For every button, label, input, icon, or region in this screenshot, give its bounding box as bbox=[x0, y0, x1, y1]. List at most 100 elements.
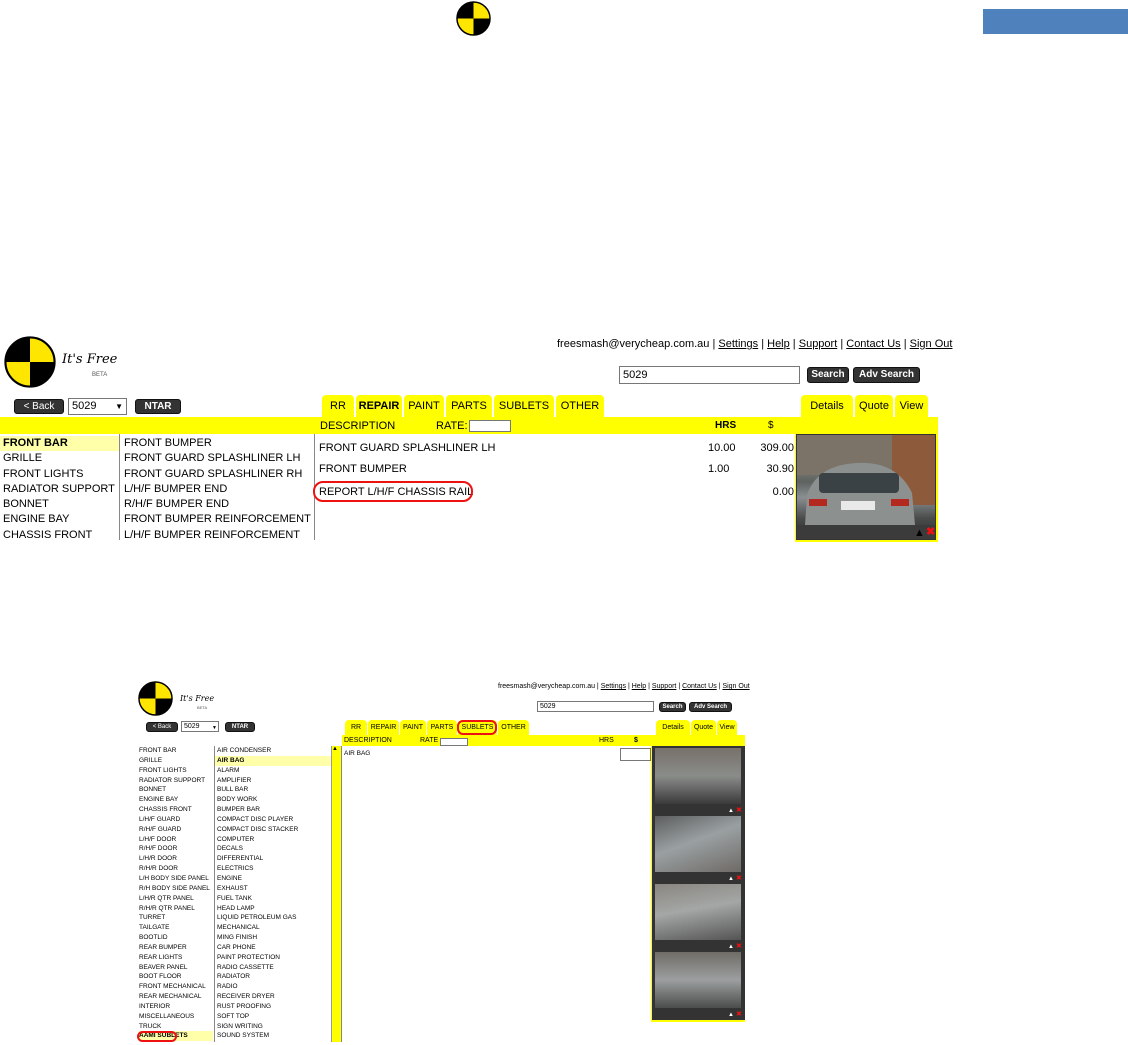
chevron-down-icon[interactable]: ▼ bbox=[115, 402, 123, 411]
list-item[interactable]: PAINT PROTECTION bbox=[217, 953, 331, 963]
adv-search-button[interactable]: Adv Search bbox=[853, 367, 920, 383]
list-item[interactable]: FRONT LIGHTS bbox=[3, 467, 118, 482]
list-item[interactable]: L/H/R QTR PANEL bbox=[139, 894, 213, 904]
settings-link[interactable]: Settings bbox=[718, 338, 758, 350]
tab-repair[interactable]: REPAIR bbox=[368, 720, 399, 735]
help-link[interactable]: Help bbox=[767, 338, 790, 350]
list-item[interactable]: L/H/F DOOR bbox=[139, 835, 213, 845]
list-item[interactable]: RADIATOR SUPPORT bbox=[3, 482, 118, 497]
list-item[interactable]: ELECTRICS bbox=[217, 864, 331, 874]
list-item[interactable]: BUMPER BAR bbox=[217, 805, 331, 815]
tab-paint[interactable]: PAINT bbox=[404, 395, 444, 417]
list-item[interactable]: FRONT BAR bbox=[139, 746, 213, 756]
search-input[interactable]: 5029 bbox=[619, 366, 800, 384]
job-select[interactable]: 5029 ▼ bbox=[68, 398, 127, 415]
list-item[interactable]: REAR LIGHTS bbox=[139, 953, 213, 963]
tab-other[interactable]: OTHER bbox=[556, 395, 604, 417]
list-item[interactable]: R/H/F DOOR bbox=[139, 844, 213, 854]
list-item[interactable]: HEAD LAMP bbox=[217, 904, 331, 914]
ntar-button[interactable]: NTAR bbox=[135, 399, 181, 414]
list-item[interactable]: RECEIVER DRYER bbox=[217, 992, 331, 1002]
list-item[interactable]: REAR MECHANICAL bbox=[139, 992, 213, 1002]
list-item[interactable]: FRONT MECHANICAL bbox=[139, 982, 213, 992]
list-item[interactable]: BOOTLID bbox=[139, 933, 213, 943]
car-photo[interactable] bbox=[654, 951, 742, 1009]
list-item[interactable]: MING FINISH bbox=[217, 933, 331, 943]
tab-paint[interactable]: PAINT bbox=[400, 720, 426, 735]
list-item[interactable]: COMPACT DISC STACKER bbox=[217, 825, 331, 835]
list-item[interactable]: FUEL TANK bbox=[217, 894, 331, 904]
list-item[interactable]: AIR BAG bbox=[217, 756, 331, 766]
rate-input[interactable] bbox=[469, 420, 511, 432]
list-item[interactable]: RADIATOR bbox=[217, 972, 331, 982]
list-item[interactable]: REAR BUMPER bbox=[139, 943, 213, 953]
list-item[interactable]: GRILLE bbox=[3, 451, 118, 466]
list-item[interactable]: ENGINE bbox=[217, 874, 331, 884]
list-item[interactable]: DIFFERENTIAL bbox=[217, 854, 331, 864]
list-item[interactable]: COMPACT DISC PLAYER bbox=[217, 815, 331, 825]
tab-quote[interactable]: Quote bbox=[691, 720, 716, 735]
job-select[interactable]: 5029 ▼ bbox=[181, 721, 219, 732]
back-button[interactable]: < Back bbox=[14, 399, 64, 414]
list-item[interactable]: DECALS bbox=[217, 844, 331, 854]
list-item[interactable]: RADIO CASSETTE bbox=[217, 963, 331, 973]
list-item[interactable]: CHASSIS FRONT bbox=[3, 528, 118, 543]
list-item[interactable]: R/H/F BUMPER END bbox=[124, 497, 314, 512]
list-item[interactable]: INTERIOR bbox=[139, 1002, 213, 1012]
list-item[interactable]: L/H/F BUMPER END bbox=[124, 482, 314, 497]
car-photo[interactable] bbox=[654, 747, 742, 805]
list-item[interactable]: L/H/F BUMPER REINFORCEMENT bbox=[124, 528, 314, 543]
list-item[interactable]: BONNET bbox=[139, 785, 213, 795]
list-item[interactable]: BOOT FLOOR bbox=[139, 972, 213, 982]
list-item[interactable]: SOUND SYSTEM bbox=[217, 1031, 331, 1041]
list-item[interactable]: L/H/R DOOR bbox=[139, 854, 213, 864]
table-row[interactable]: FRONT GUARD SPLASHLINER LH 10.00 309.00 bbox=[319, 442, 794, 454]
scrollbar[interactable] bbox=[331, 746, 341, 1042]
list-item[interactable]: TURRET bbox=[139, 913, 213, 923]
settings-link[interactable]: Settings bbox=[601, 683, 626, 690]
sign-out-link[interactable]: Sign Out bbox=[722, 683, 749, 690]
list-item[interactable]: FRONT BAR bbox=[3, 436, 118, 451]
chevron-down-icon[interactable]: ▼ bbox=[212, 723, 217, 733]
tab-sublets[interactable]: SUBLETS bbox=[494, 395, 554, 417]
list-item[interactable]: ALARM bbox=[217, 766, 331, 776]
move-up-icon[interactable]: ▲ bbox=[728, 1010, 734, 1021]
list-item[interactable]: L/H BODY SIDE PANEL bbox=[139, 874, 213, 884]
tab-view[interactable]: View bbox=[717, 720, 737, 735]
tab-rr[interactable]: RR bbox=[345, 720, 367, 735]
list-item[interactable]: RADIATOR SUPPORT bbox=[139, 776, 213, 786]
list-item[interactable]: COMPUTER bbox=[217, 835, 331, 845]
delete-icon[interactable]: ✖ bbox=[926, 527, 935, 538]
list-item[interactable]: TRUCK bbox=[139, 1022, 213, 1032]
delete-icon[interactable]: ✖ bbox=[736, 1009, 742, 1020]
list-item[interactable]: FRONT GUARD SPLASHLINER LH bbox=[124, 451, 314, 466]
tab-other[interactable]: OTHER bbox=[498, 720, 529, 735]
list-item[interactable]: RUST PROOFING bbox=[217, 1002, 331, 1012]
tab-rr[interactable]: RR bbox=[322, 395, 354, 417]
move-up-icon[interactable]: ▲ bbox=[914, 528, 925, 539]
list-item[interactable]: BONNET bbox=[3, 497, 118, 512]
list-item[interactable]: LIQUID PETROLEUM GAS bbox=[217, 913, 331, 923]
list-item[interactable]: TAILGATE bbox=[139, 923, 213, 933]
adv-search-button[interactable]: Adv Search bbox=[689, 702, 732, 712]
list-item[interactable]: ENGINE BAY bbox=[139, 795, 213, 805]
list-item[interactable]: MISCELLANEOUS bbox=[139, 1012, 213, 1022]
contact-us-link[interactable]: Contact Us bbox=[682, 683, 717, 690]
list-item[interactable]: FRONT LIGHTS bbox=[139, 766, 213, 776]
help-link[interactable]: Help bbox=[632, 683, 646, 690]
car-photo[interactable] bbox=[654, 883, 742, 941]
list-item[interactable]: EXHAUST bbox=[217, 884, 331, 894]
list-item[interactable]: AMPLIFIER bbox=[217, 776, 331, 786]
tab-repair[interactable]: REPAIR bbox=[356, 395, 402, 417]
list-item[interactable]: GRILLE bbox=[139, 756, 213, 766]
tab-view[interactable]: View bbox=[895, 395, 928, 417]
list-item[interactable]: SOFT TOP bbox=[217, 1012, 331, 1022]
list-item[interactable]: RADIO bbox=[217, 982, 331, 992]
tab-parts[interactable]: PARTS bbox=[427, 720, 457, 735]
table-row[interactable]: AIR BAG bbox=[344, 750, 370, 757]
list-item[interactable]: CHASSIS FRONT bbox=[139, 805, 213, 815]
table-row[interactable]: FRONT BUMPER 1.00 30.90 bbox=[319, 463, 794, 475]
list-item[interactable]: FRONT BUMPER REINFORCEMENT bbox=[124, 512, 314, 527]
scroll-up-icon[interactable]: ▲ bbox=[332, 746, 338, 752]
ntar-button[interactable]: NTAR bbox=[225, 722, 255, 732]
